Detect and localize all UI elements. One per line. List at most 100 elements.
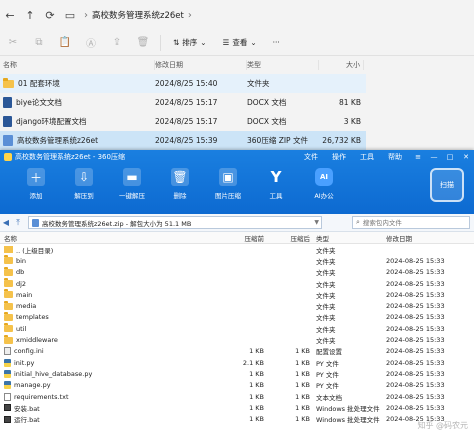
more-options-button[interactable]: ··· <box>265 38 288 47</box>
column-header-type[interactable]: 类型 <box>312 233 384 243</box>
search-box[interactable]: ⌕ <box>352 216 470 229</box>
archive-row[interactable]: xmiddleware 文件夹 2024-08-25 15:33 <box>0 334 474 345</box>
archive-item-type: PY 文件 <box>316 359 339 368</box>
breadcrumb-chevron-icon[interactable]: › <box>188 10 192 21</box>
archive-file-list: 名称 压缩前 压缩后 类型 修改日期 .. (上级目录) 文件夹 bin 文件夹 202… <box>0 232 474 425</box>
archive-item-original-size: 1 KB <box>295 392 310 401</box>
file-type: DOCX 文档 <box>247 98 287 107</box>
folder-icon <box>4 323 13 333</box>
add-button[interactable]: ＋ 添加 <box>12 166 60 200</box>
file-row-selected[interactable]: 高校数务管理系统z26et 2024/8/25 15:39 360压缩 ZIP … <box>0 131 366 150</box>
archive-item-type: 文件夹 <box>316 314 336 323</box>
column-header-type[interactable]: 类型 <box>247 60 319 70</box>
archive-item-name: xmiddleware <box>16 336 58 345</box>
archive-row[interactable]: initial_hive_database.py 1 KB 1 KB PY 文件 202… <box>0 368 474 379</box>
archive-row[interactable]: templates 文件夹 2024-08-25 15:33 <box>0 311 474 323</box>
share-icon[interactable]: ⇪ <box>104 37 130 48</box>
archive-item-name: config.ini <box>14 347 44 356</box>
file-row[interactable]: 01 配套环境 2024/8/25 15:40 文件夹 <box>0 74 366 93</box>
archive-item-date: 2024-08-25 15:33 <box>386 392 445 401</box>
archive-item-date: 2024-08-25 15:33 <box>386 256 445 265</box>
minimize-icon[interactable]: — <box>426 153 442 161</box>
archive-row[interactable]: db 文件夹 2024-08-25 15:33 <box>0 266 474 278</box>
refresh-icon[interactable]: ⟳ <box>40 9 60 22</box>
menu-file[interactable]: 文件 <box>304 152 318 162</box>
archive-item-name: requirements.txt <box>14 392 69 401</box>
chevron-down-icon[interactable]: ▼ <box>314 219 321 226</box>
archive-item-original-size: 1 KB <box>295 415 310 424</box>
explorer-command-bar: ✂ ⧉ 📋 Ⓐ ⇪ 🗑 ⇅ 排序 ⌄ ☰ 查看 ⌄ ··· <box>0 30 474 56</box>
archive-row[interactable]: dj2 文件夹 2024-08-25 15:33 <box>0 278 474 289</box>
copy-icon[interactable]: ⧉ <box>26 37 52 48</box>
scan-button[interactable]: 扫描 <box>430 168 464 202</box>
column-header-original[interactable]: 压缩后 <box>266 233 312 243</box>
zip-navigation-bar: ◀ ⤒ 高校数务管理系统z26et.zip - 解包大小为 51.1 MB ▼ … <box>0 214 474 232</box>
archive-item-name: bin <box>16 256 27 265</box>
close-icon[interactable]: ✕ <box>458 153 474 161</box>
archive-item-type: 文件夹 <box>316 325 336 334</box>
one-click-extract-button[interactable]: ▬ 一键解压 <box>108 166 156 200</box>
column-header-date[interactable]: 修改日期 <box>384 233 474 243</box>
archive-row[interactable]: util 文件夹 2024-08-25 15:33 <box>0 323 474 334</box>
archive-row[interactable]: config.ini 1 KB 1 KB 配置设置 2024-08-25 15:33 <box>0 346 474 357</box>
archive-row[interactable]: media 文件夹 2024-08-25 15:33 <box>0 300 474 311</box>
column-header-date[interactable]: 修改日期 <box>155 60 247 70</box>
archive-item-name: dj2 <box>16 279 27 288</box>
archive-item-name: 运行.bat <box>14 416 40 425</box>
file-row[interactable]: biye论文文档 2024/8/25 15:17 DOCX 文档 81 KB <box>0 93 366 112</box>
extract-to-button[interactable]: ⇩ 解压到 <box>60 166 108 200</box>
archive-item-name: 安装.bat <box>14 404 40 413</box>
archive-rows: .. (上级目录) 文件夹 bin 文件夹 2024-08-25 15:33 db 文件夹 2… <box>0 244 474 425</box>
column-header-name[interactable]: 名称 <box>0 60 155 70</box>
sort-button[interactable]: ⇅ 排序 ⌄ <box>165 37 215 48</box>
menu-operation[interactable]: 操作 <box>332 152 346 162</box>
archive-item-compressed-size: 1 KB <box>249 415 264 424</box>
archive-row[interactable]: 运行.bat 1 KB 1 KB Windows 批处理文件 2024-08-25 15… <box>0 413 474 424</box>
archive-path-field[interactable]: 高校数务管理系统z26et.zip - 解包大小为 51.1 MB ▼ <box>28 216 322 229</box>
archive-row[interactable]: bin 文件夹 2024-08-25 15:33 <box>0 255 474 266</box>
archive-row[interactable]: manage.py 1 KB 1 KB PY 文件 2024-08-25 15:33 <box>0 380 474 391</box>
batch-file-icon <box>4 404 11 412</box>
archive-item-type: 文件夹 <box>316 257 336 266</box>
archive-row[interactable]: init.py 2.1 KB 1 KB PY 文件 2024-08-25 15:33 <box>0 357 474 368</box>
maximize-icon[interactable]: □ <box>442 153 458 161</box>
one-click-extract-label: 一键解压 <box>119 192 145 200</box>
archive-item-type: 文本文档 <box>316 393 342 402</box>
cut-icon[interactable]: ✂ <box>0 37 26 48</box>
rename-icon[interactable]: Ⓐ <box>78 35 104 50</box>
search-input[interactable] <box>362 218 463 227</box>
back-arrow-icon[interactable]: ◀ <box>0 218 12 227</box>
view-button[interactable]: ☰ 查看 ⌄ <box>215 37 265 48</box>
menu-tools[interactable]: 工具 <box>360 152 374 162</box>
zip-header: 高校数务管理系统z26et - 360压缩 文件 操作 工具 帮助 ≡ — □ … <box>0 150 474 214</box>
archive-item-type: 配置设置 <box>316 348 342 357</box>
image-compress-button[interactable]: ▣ 图片压缩 <box>204 166 252 200</box>
tools-button[interactable]: Y 工具 <box>252 166 300 200</box>
breadcrumb-current-folder[interactable]: 高校数务管理系统z26et <box>92 9 184 21</box>
archive-row[interactable]: 安装.bat 1 KB 1 KB Windows 批处理文件 2024-08-25 15… <box>0 402 474 413</box>
column-header-compressed[interactable]: 压缩前 <box>226 233 266 243</box>
menu-help[interactable]: 帮助 <box>388 152 402 162</box>
up-level-icon[interactable]: ⤒ <box>12 218 24 228</box>
column-header-name[interactable]: 名称 <box>0 233 226 243</box>
toolbar-divider <box>160 34 161 51</box>
hamburger-menu-icon[interactable]: ≡ <box>410 153 426 161</box>
archive-item-name: main <box>16 290 33 299</box>
archive-item-compressed-size: 1 KB <box>249 392 264 401</box>
explorer-column-headers: 名称 修改日期 类型 大小 <box>0 56 366 74</box>
watermark-text: 知乎 @码农元 <box>417 421 468 430</box>
archive-row[interactable]: .. (上级目录) 文件夹 <box>0 244 474 255</box>
back-arrow-icon[interactable]: ← <box>0 9 20 22</box>
ai-office-button[interactable]: AI AI办公 <box>300 166 348 200</box>
paste-icon[interactable]: 📋 <box>52 37 78 48</box>
archive-row[interactable]: main 文件夹 2024-08-25 15:33 <box>0 289 474 300</box>
column-header-size[interactable]: 大小 <box>319 60 364 70</box>
monitor-icon[interactable]: ▭ <box>60 9 80 22</box>
delete-button[interactable]: 🗑 删除 <box>156 166 204 200</box>
delete-icon[interactable]: 🗑 <box>130 37 156 48</box>
up-arrow-icon[interactable]: ↑ <box>20 9 40 22</box>
archive-column-headers: 名称 压缩前 压缩后 类型 修改日期 <box>0 232 474 244</box>
file-row[interactable]: django环境配置文档 2024/8/25 15:17 DOCX 文档 3 K… <box>0 112 366 131</box>
archive-item-type: PY 文件 <box>316 382 339 391</box>
archive-row[interactable]: requirements.txt 1 KB 1 KB 文本文档 2024-08-25 1… <box>0 391 474 402</box>
